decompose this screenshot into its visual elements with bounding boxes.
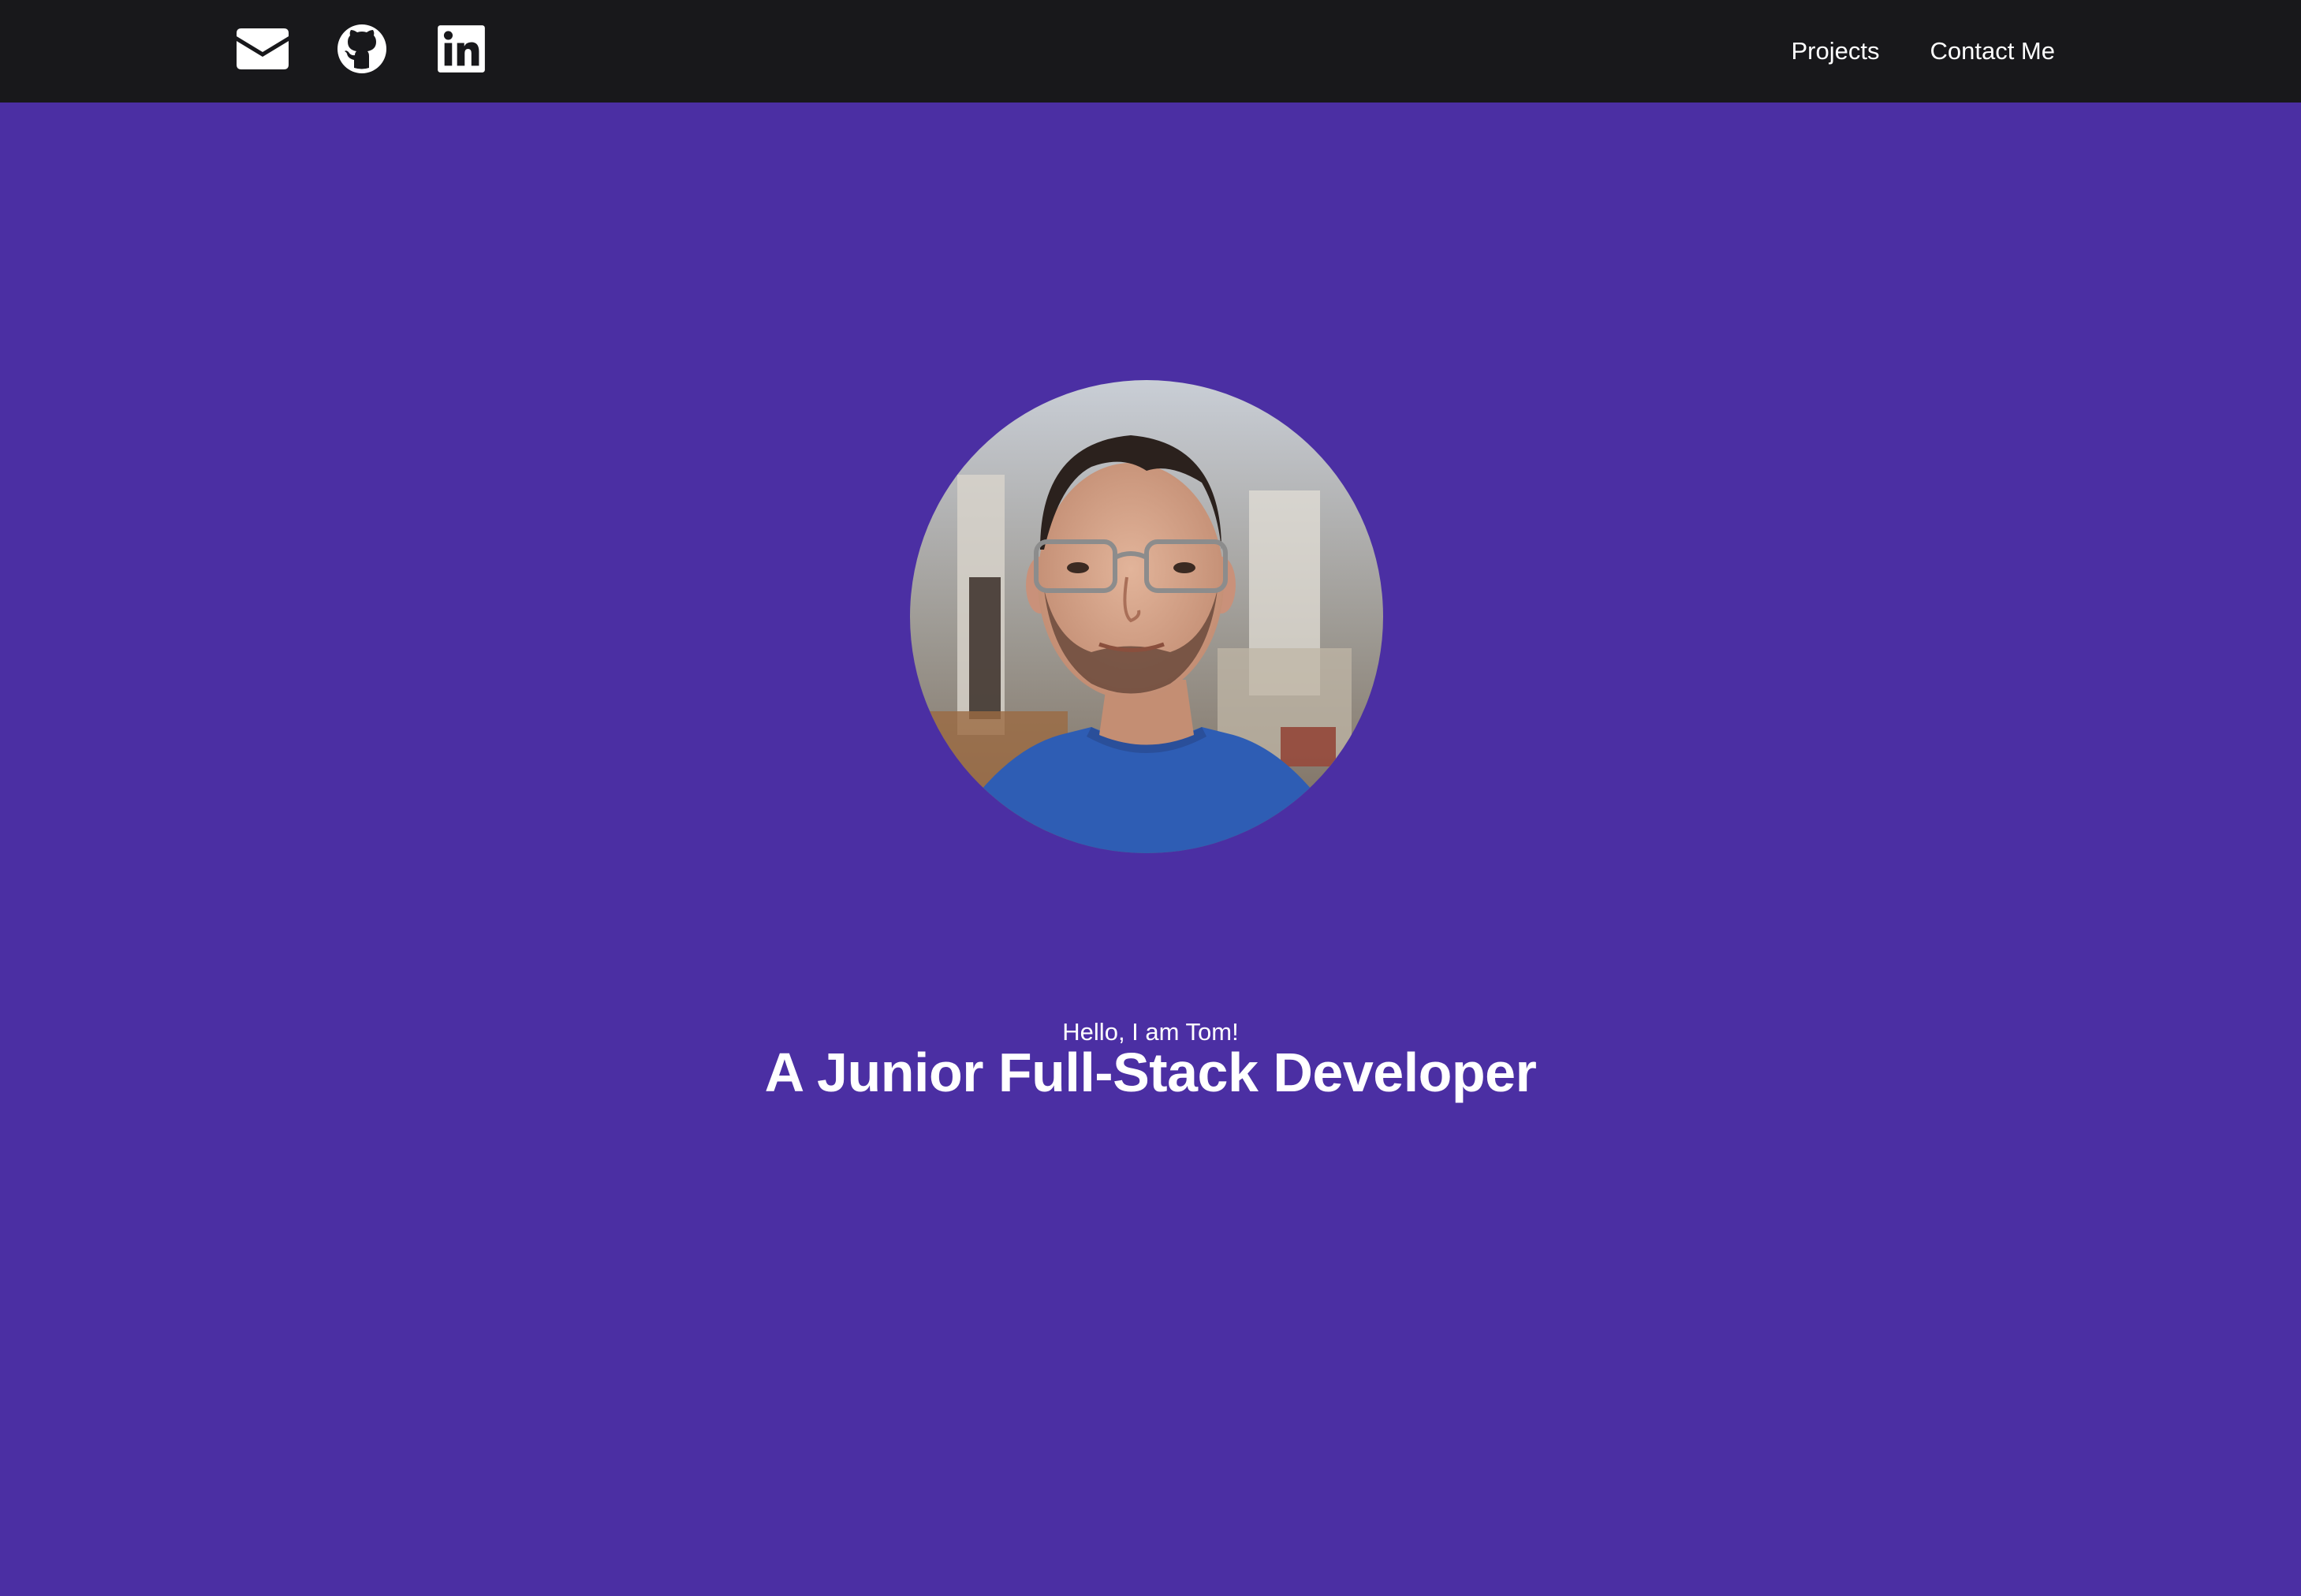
github-icon[interactable] <box>336 24 388 74</box>
nav-link-projects[interactable]: Projects <box>1792 37 1880 65</box>
top-navbar: Projects Contact Me <box>0 0 2301 103</box>
email-icon[interactable] <box>237 24 289 74</box>
github-icon-graphic <box>338 24 386 73</box>
hero-headline: A Junior Full-Stack Developer <box>764 1042 1537 1103</box>
hero-section: Hello, I am Tom! A Junior Full-Stack Dev… <box>0 103 2301 1596</box>
main-nav: Projects Contact Me <box>1741 0 2056 103</box>
profile-photo <box>910 380 1383 853</box>
profile-photo-illustration <box>910 380 1383 853</box>
linkedin-icon-graphic <box>438 25 485 73</box>
nav-link-contact-me[interactable]: Contact Me <box>1930 37 2055 65</box>
email-icon-graphic <box>237 28 289 69</box>
social-links <box>237 24 487 74</box>
linkedin-icon[interactable] <box>435 24 487 74</box>
